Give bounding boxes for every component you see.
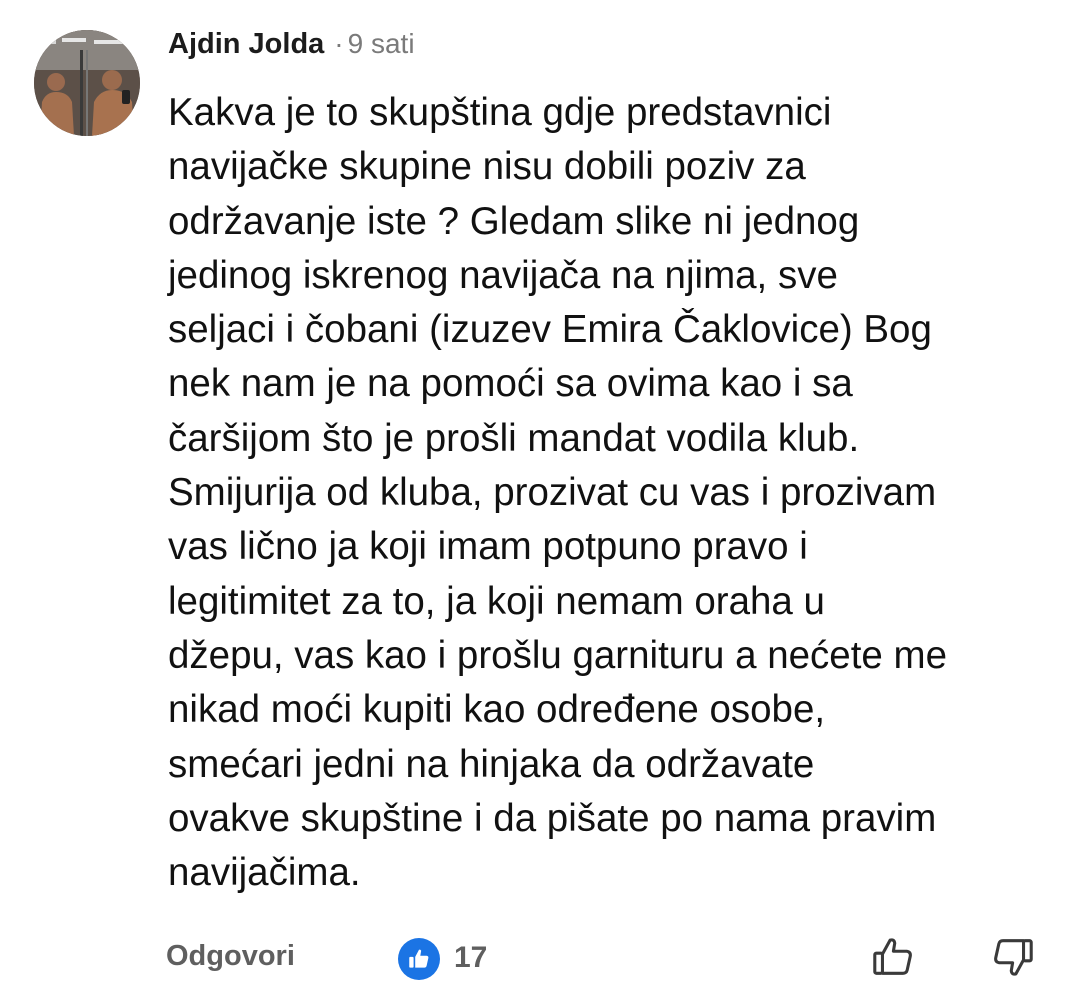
comment-actions-bar: Odgovori 17 xyxy=(0,930,1080,986)
comment-card: Ajdin Jolda · 9 sati Kakva je to skupšti… xyxy=(0,0,1080,988)
thumbs-up-icon[interactable] xyxy=(870,934,916,985)
comment-line: jedinog iskrenog navijača na njima, sve xyxy=(168,253,838,297)
comment-line: vas lično ja koji imam potpuno pravo i xyxy=(168,525,808,569)
meta-separator: · xyxy=(334,28,344,59)
comment-line: seljaci i čobani (izuzev Emira Čaklovice… xyxy=(168,308,932,352)
author-name[interactable]: Ajdin Jolda xyxy=(168,28,324,61)
comment-line: navijačima. xyxy=(168,851,361,895)
comment-line: legitimitet za to, ja koji nemam oraha u xyxy=(168,579,825,623)
comment-line: ovakve skupštine i da pišate po nama pra… xyxy=(168,796,937,840)
comment-text: Kakva je to skupština gdje predstavnici … xyxy=(168,86,1063,900)
like-badge-icon[interactable] xyxy=(398,938,440,980)
comment-line: održavanje iste ? Gledam slike ni jednog xyxy=(168,199,860,243)
comment-header: Ajdin Jolda · 9 sati xyxy=(168,28,415,61)
comment-line: čaršijom što je prošli mandat vodila klu… xyxy=(168,416,860,460)
comment-line: smećari jedni na hinjaka da održavate xyxy=(168,742,815,786)
comment-line: nikad moći kupiti kao određene osobe, xyxy=(168,688,826,732)
comment-line: džepu, vas kao i prošlu garnituru a neće… xyxy=(168,633,948,677)
comment-line: Kakva je to skupština gdje predstavnici xyxy=(168,91,832,134)
comment-timestamp[interactable]: 9 sati xyxy=(348,28,415,60)
reply-button[interactable]: Odgovori xyxy=(166,940,295,973)
like-count: 17 xyxy=(454,941,488,974)
thumbs-down-icon[interactable] xyxy=(990,934,1036,985)
like-badge-thumb-icon xyxy=(409,949,429,968)
comment-line: nek nam je na pomoći sa ovima kao i sa xyxy=(168,362,853,406)
avatar[interactable] xyxy=(34,30,140,136)
comment-line: navijačke skupine nisu dobili poziv za xyxy=(168,145,806,189)
comment-line: Smijurija od kluba, prozivat cu vas i pr… xyxy=(168,471,937,515)
profile-photo-icon xyxy=(34,30,140,136)
